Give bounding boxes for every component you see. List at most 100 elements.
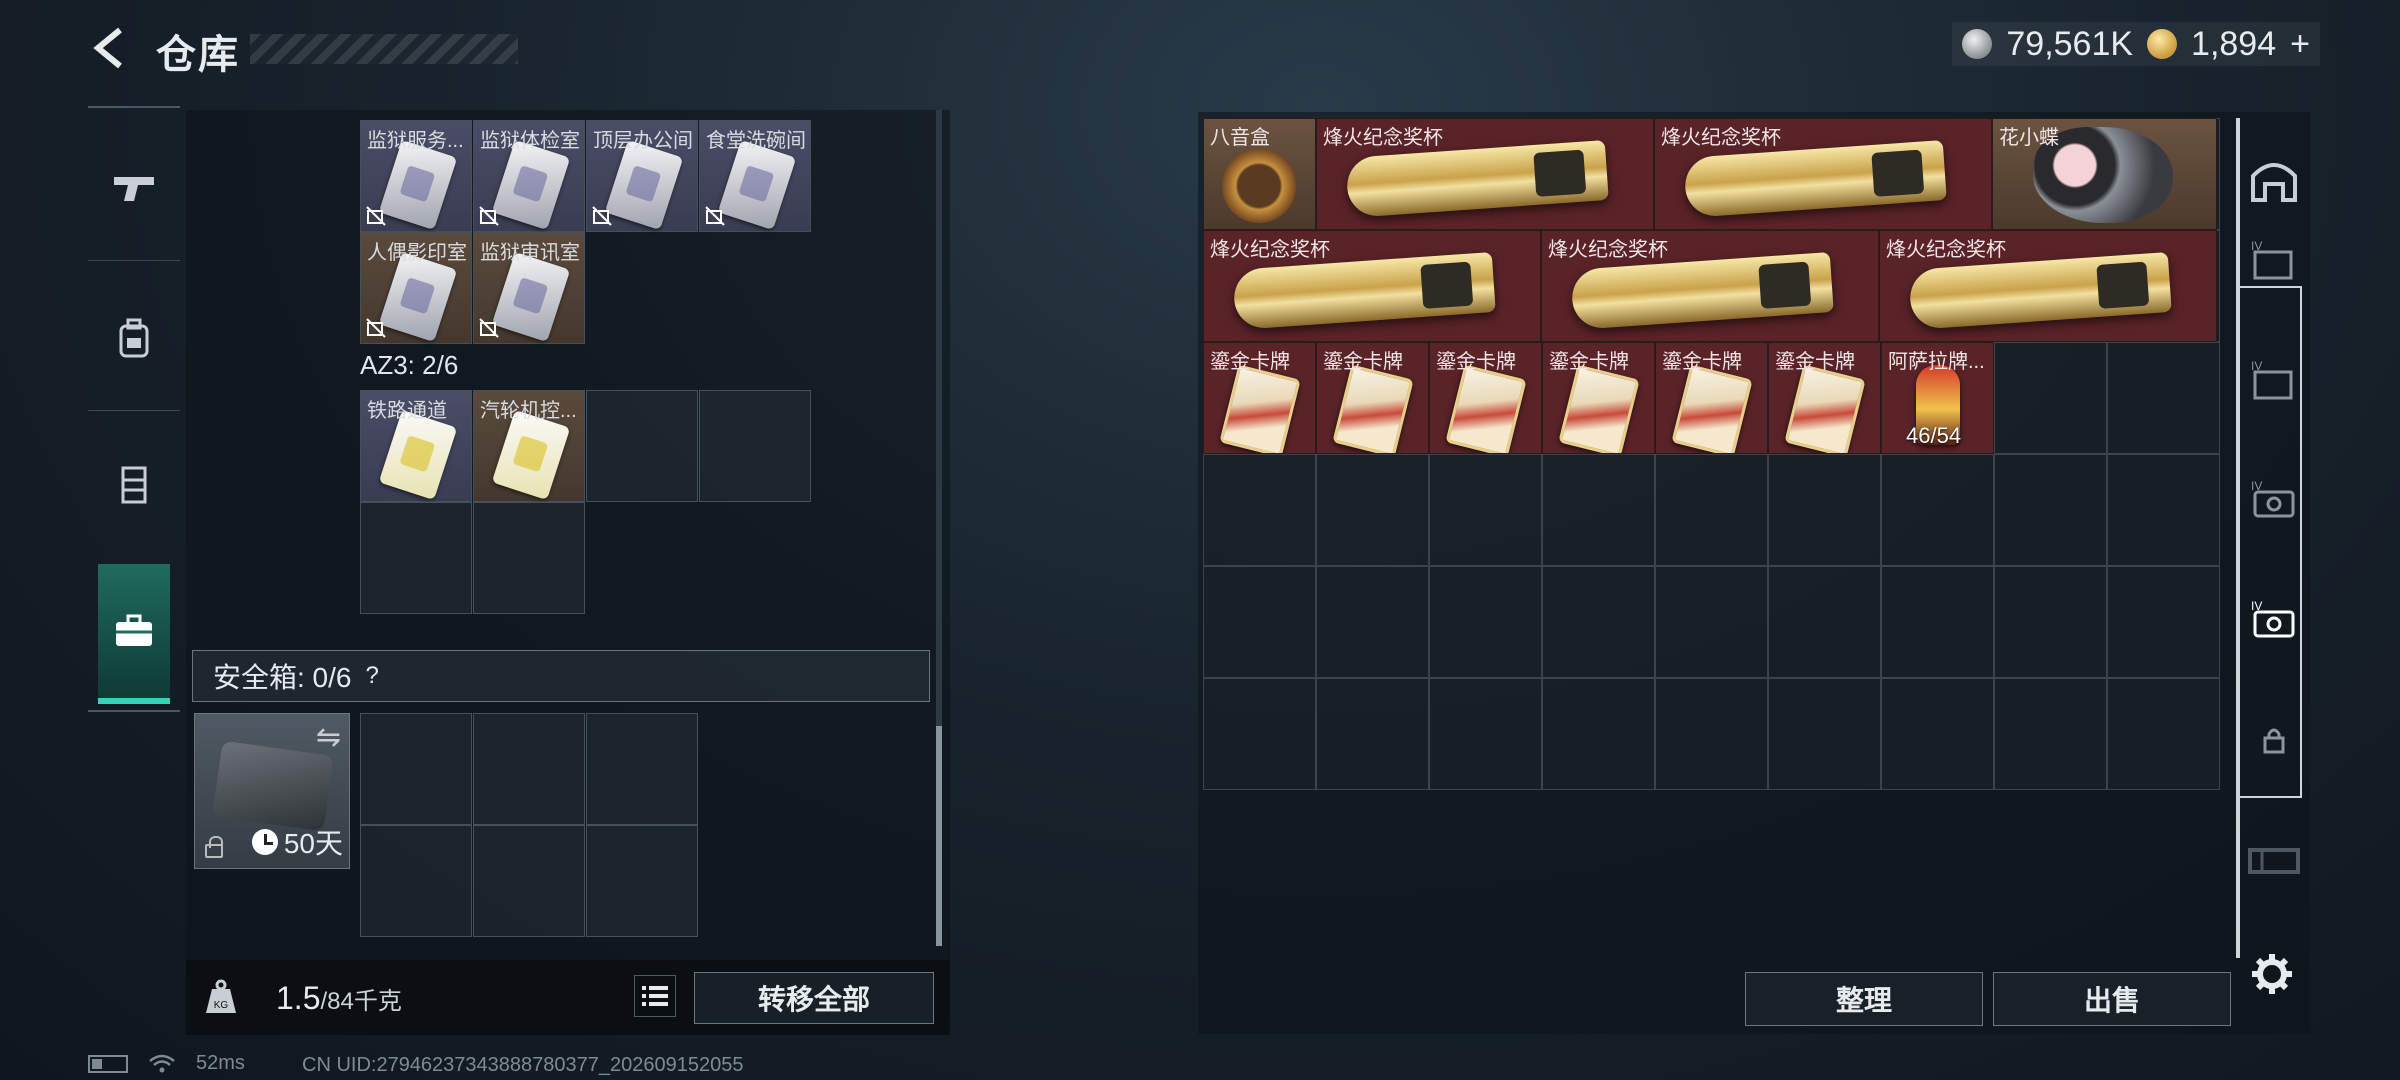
warehouse-item[interactable]: 鎏金卡牌 xyxy=(1655,342,1768,454)
warehouse-slot[interactable] xyxy=(1542,454,1655,566)
rail-folder-2-icon[interactable]: IV xyxy=(2242,350,2306,410)
warehouse-slot[interactable] xyxy=(2107,566,2220,678)
warehouse-item[interactable]: 阿萨拉牌... 46/54 xyxy=(1881,342,1994,454)
no-insure-icon xyxy=(366,206,386,226)
key-card-slot[interactable]: 监狱审讯室 xyxy=(473,232,585,344)
warehouse-item[interactable]: 八音盒 xyxy=(1203,118,1316,230)
warehouse-slot[interactable] xyxy=(1994,454,2107,566)
warehouse-item[interactable]: 烽火纪念奖杯 xyxy=(1316,118,1654,230)
rail-expand-icon[interactable] xyxy=(2242,830,2306,890)
sort-button[interactable]: 整理 xyxy=(1745,972,1983,1026)
settings-button[interactable] xyxy=(2248,950,2296,998)
rail-all-icon[interactable] xyxy=(2242,150,2306,210)
warehouse-slot[interactable] xyxy=(2107,678,2220,790)
safe-slot[interactable] xyxy=(586,825,698,937)
gold-card-image xyxy=(1445,364,1527,453)
rail-lock-icon[interactable] xyxy=(2242,710,2306,770)
warehouse-slot[interactable] xyxy=(1881,454,1994,566)
empty-slot[interactable] xyxy=(473,502,585,614)
list-view-button[interactable] xyxy=(634,975,676,1017)
warehouse-slot[interactable] xyxy=(1994,678,2107,790)
tab-backpack[interactable] xyxy=(88,268,180,408)
key-card-slot[interactable]: 顶层办公间 xyxy=(586,120,698,232)
swap-icon[interactable]: ⇋ xyxy=(316,720,341,755)
empty-slot[interactable] xyxy=(360,502,472,614)
trophy-image xyxy=(1683,140,1947,218)
rail-case-1-icon[interactable]: IV xyxy=(2242,470,2306,530)
warehouse-slot[interactable] xyxy=(1768,454,1881,566)
days-remaining: 50天 xyxy=(283,828,343,859)
safe-slot[interactable] xyxy=(360,825,472,937)
rail-folder-1-icon[interactable]: IV xyxy=(2242,230,2306,290)
no-insure-icon xyxy=(479,206,499,226)
item-label: 鎏金卡牌 xyxy=(1662,351,1742,373)
back-button[interactable] xyxy=(88,24,130,72)
add-currency-button[interactable]: + xyxy=(2290,25,2310,64)
warehouse-slot[interactable] xyxy=(2107,454,2220,566)
warehouse-slot[interactable] xyxy=(1655,566,1768,678)
rail-case-2-icon[interactable]: IV xyxy=(2242,590,2306,650)
warehouse-slot[interactable] xyxy=(1881,678,1994,790)
page-title: 仓库 xyxy=(156,33,240,77)
warehouse-item[interactable]: 鎏金卡牌 xyxy=(1316,342,1429,454)
warehouse-slot[interactable] xyxy=(1655,454,1768,566)
warehouse-slot[interactable] xyxy=(1542,566,1655,678)
warehouse-slot[interactable] xyxy=(1203,454,1316,566)
safe-slot[interactable] xyxy=(586,713,698,825)
sell-button[interactable]: 出售 xyxy=(1993,972,2231,1026)
warehouse-slot[interactable] xyxy=(1768,678,1881,790)
warehouse-slot[interactable] xyxy=(1881,566,1994,678)
warehouse-item[interactable]: 鎏金卡牌 xyxy=(1768,342,1881,454)
safe-slot[interactable] xyxy=(473,713,585,825)
warehouse-item[interactable]: 烽火纪念奖杯 xyxy=(1541,230,1879,342)
warehouse-slot[interactable] xyxy=(1429,454,1542,566)
warehouse-item[interactable]: 烽火纪念奖杯 xyxy=(1654,118,1992,230)
warehouse-slot[interactable] xyxy=(1429,566,1542,678)
key-card-slot[interactable]: 铁路通道 xyxy=(360,390,472,502)
trophy-image xyxy=(1908,252,2172,330)
key-card-slot[interactable]: 人偶影印室 xyxy=(360,232,472,344)
case-duration: 50天 xyxy=(251,822,343,862)
warehouse-slot[interactable] xyxy=(1768,566,1881,678)
empty-slot[interactable] xyxy=(586,390,698,502)
key-card-slot[interactable]: 监狱体检室 xyxy=(473,120,585,232)
left-scroll-thumb[interactable] xyxy=(936,726,942,946)
warehouse-slot[interactable] xyxy=(1203,566,1316,678)
gold-card-image xyxy=(1558,364,1640,453)
transfer-all-button[interactable]: 转移全部 xyxy=(694,972,934,1024)
warehouse-slot[interactable] xyxy=(1429,678,1542,790)
gear-icon xyxy=(2252,954,2292,994)
key-card-slot[interactable]: 食堂洗碗间 xyxy=(699,120,811,232)
weight-readout: 1.5/84千克 xyxy=(276,980,402,1017)
warehouse-slot[interactable] xyxy=(1655,678,1768,790)
tab-weapons[interactable] xyxy=(88,118,180,258)
item-label: 监狱体检室 xyxy=(480,130,580,152)
warehouse-slot[interactable] xyxy=(1994,342,2107,454)
tab-armor[interactable] xyxy=(88,414,180,554)
warehouse-item[interactable]: 烽火纪念奖杯 xyxy=(1203,230,1541,342)
key-card-image xyxy=(717,139,797,231)
key-card-slot[interactable]: 汽轮机控... xyxy=(473,390,585,502)
warehouse-slot[interactable] xyxy=(1316,678,1429,790)
empty-slot[interactable] xyxy=(699,390,811,502)
trophy-image xyxy=(1570,252,1834,330)
warehouse-item[interactable]: 鎏金卡牌 xyxy=(1542,342,1655,454)
warehouse-slot[interactable] xyxy=(1316,454,1429,566)
safe-slot[interactable] xyxy=(360,713,472,825)
tab-items[interactable] xyxy=(98,564,170,704)
warehouse-item[interactable]: 鎏金卡牌 xyxy=(1429,342,1542,454)
item-label: 烽火纪念奖杯 xyxy=(1661,127,1781,149)
warehouse-slot[interactable] xyxy=(1542,678,1655,790)
warehouse-item[interactable]: 烽火纪念奖杯 xyxy=(1879,230,2217,342)
warehouse-slot[interactable] xyxy=(1203,678,1316,790)
warehouse-item[interactable]: 鎏金卡牌 xyxy=(1203,342,1316,454)
warehouse-item[interactable]: 花小蝶 xyxy=(1992,118,2217,230)
warehouse-slot[interactable] xyxy=(1994,566,2107,678)
key-card-slot[interactable]: 监狱服务... xyxy=(360,120,472,232)
warehouse-slot[interactable] xyxy=(2107,342,2220,454)
item-label: 阿萨拉牌... xyxy=(1888,351,1985,373)
warehouse-slot[interactable] xyxy=(1316,566,1429,678)
safe-slot[interactable] xyxy=(473,825,585,937)
help-button[interactable]: ? xyxy=(365,662,378,690)
safe-box-case[interactable]: ⇋ 50天 xyxy=(194,713,350,869)
